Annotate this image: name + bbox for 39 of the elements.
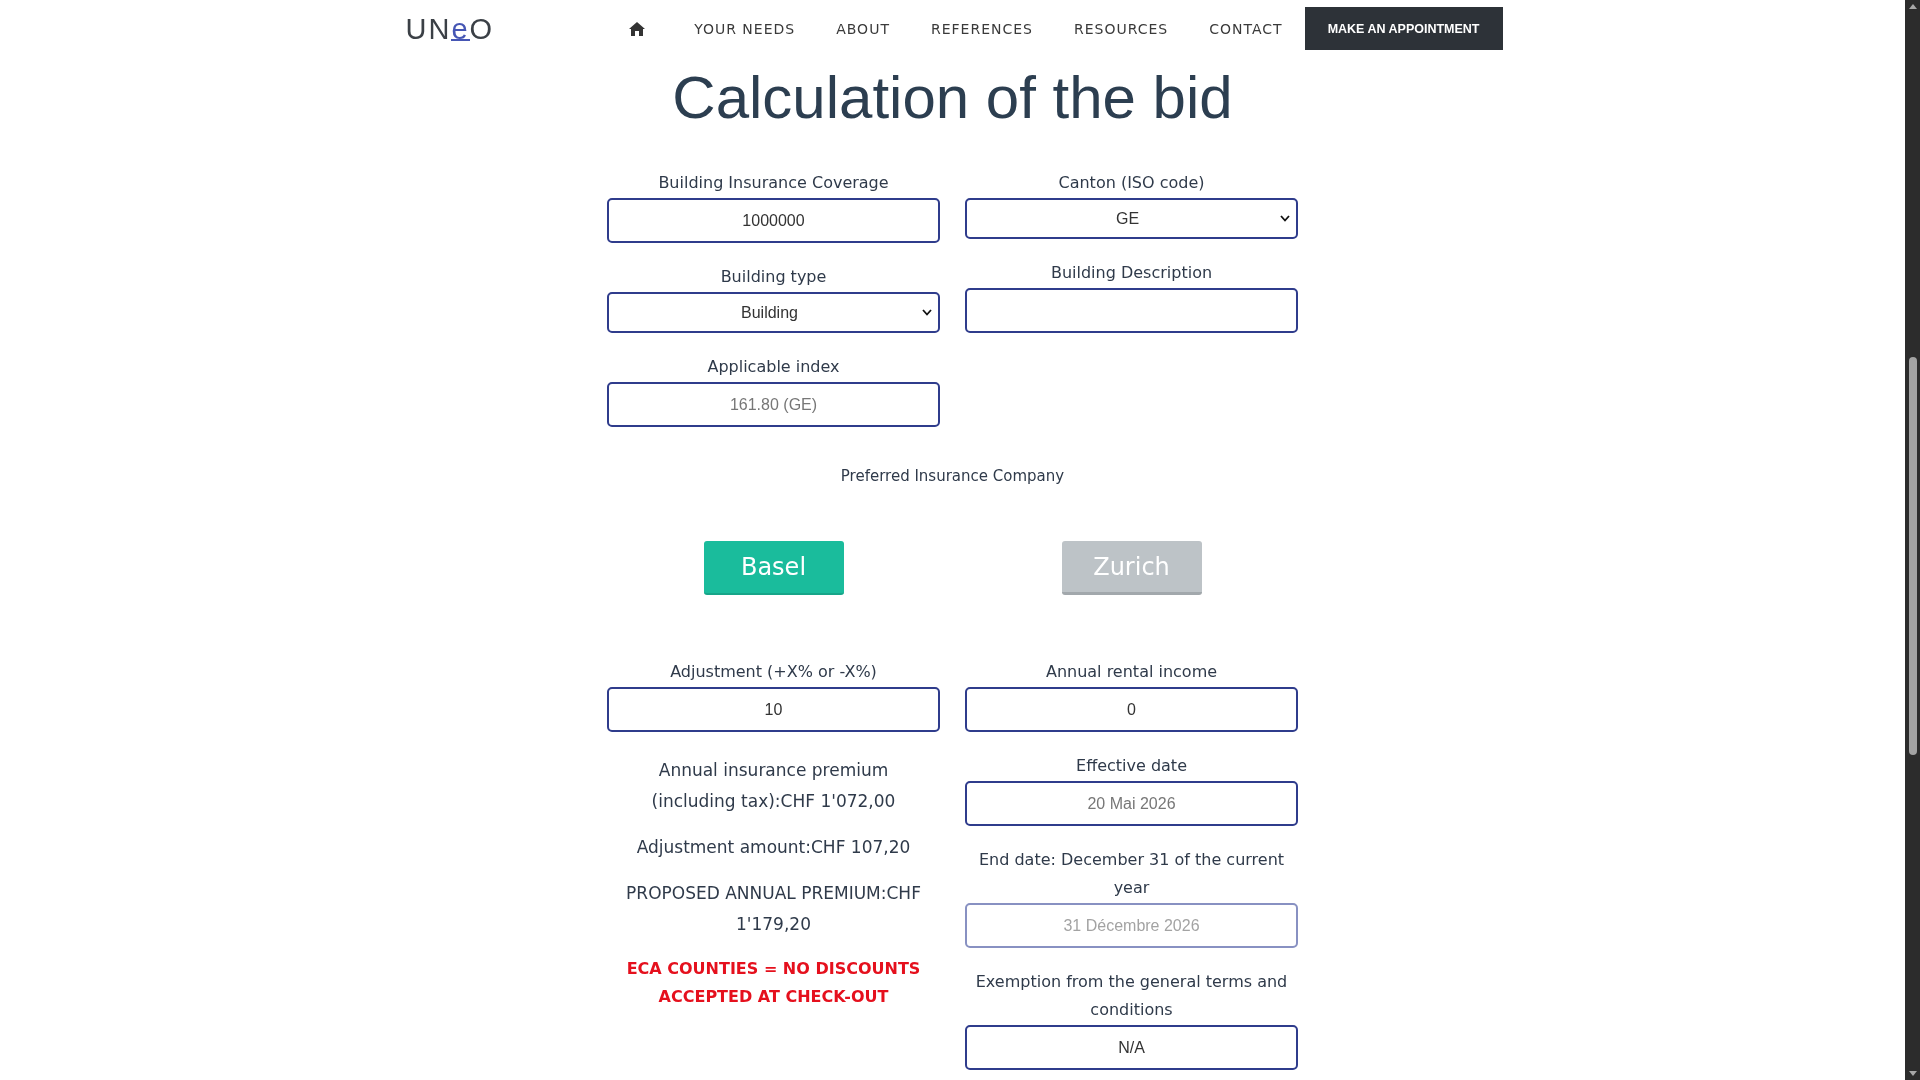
premium-text: Adjustment amount:CHF 107,20 — [636, 836, 911, 859]
page-title: Calculation of the bid — [672, 63, 1233, 133]
scrollbar[interactable] — [1905, 0, 1920, 1080]
nav-link[interactable]: RESOURCES — [1074, 20, 1169, 37]
appointment-button[interactable]: MAKE AN APPOINTMENT — [1304, 7, 1503, 50]
input-field[interactable]: N/A — [965, 1025, 1298, 1070]
nav-link[interactable]: YOUR NEEDS — [694, 20, 796, 37]
field-label: Exemption from the general terms and conditions — [974, 971, 1289, 1021]
chevron-down-icon — [922, 309, 932, 316]
dropdown[interactable]: Building — [607, 292, 940, 333]
nav-link[interactable]: CONTACT — [1209, 20, 1283, 37]
arrow-down-icon[interactable] — [1908, 1071, 1917, 1076]
field-label: Building Insurance Coverage — [657, 172, 890, 194]
input-field[interactable]: 1000000 — [607, 198, 940, 243]
section-label: Preferred Insurance Company — [840, 466, 1065, 486]
premium-text: PROPOSED ANNUAL PREMIUM:CHF 1'179,20 — [625, 882, 922, 936]
field-label: Canton (ISO code) — [1057, 172, 1206, 194]
warning-text: ECA COUNTIES = NO DISCOUNTS ACCEPTED AT CHECK-OUT — [625, 958, 922, 1008]
field-label: Adjustment (+X% or -X%) — [669, 661, 878, 683]
field-label: Building Description — [1049, 262, 1214, 284]
input-field[interactable]: 161.80 (GE) — [607, 382, 940, 427]
home-icon[interactable] — [629, 21, 646, 36]
premium-text: Annual insurance premium (including tax):CHF 1'072,00 — [650, 759, 897, 813]
field-label: Annual rental income — [1044, 661, 1219, 683]
input-field[interactable] — [965, 288, 1298, 333]
scrollbar-thumb[interactable] — [1908, 357, 1917, 755]
field-label: Building type — [719, 266, 828, 288]
field-label: Effective date — [1075, 755, 1188, 777]
field-label: End date: December 31 of the current year — [977, 849, 1286, 899]
nav-link[interactable]: ABOUT — [836, 20, 890, 37]
dropdown[interactable]: GE — [965, 198, 1298, 239]
nav-link[interactable]: REFERENCES — [930, 20, 1033, 37]
field-label: Applicable index — [706, 356, 841, 378]
arrow-up-icon[interactable] — [1908, 4, 1917, 9]
input-field[interactable]: 20 Mai 2026 — [965, 781, 1298, 826]
chevron-down-icon — [1280, 215, 1290, 222]
logo[interactable]: UNeO — [405, 13, 495, 44]
input-field[interactable]: 0 — [965, 687, 1298, 732]
input-field[interactable]: 10 — [607, 687, 940, 732]
